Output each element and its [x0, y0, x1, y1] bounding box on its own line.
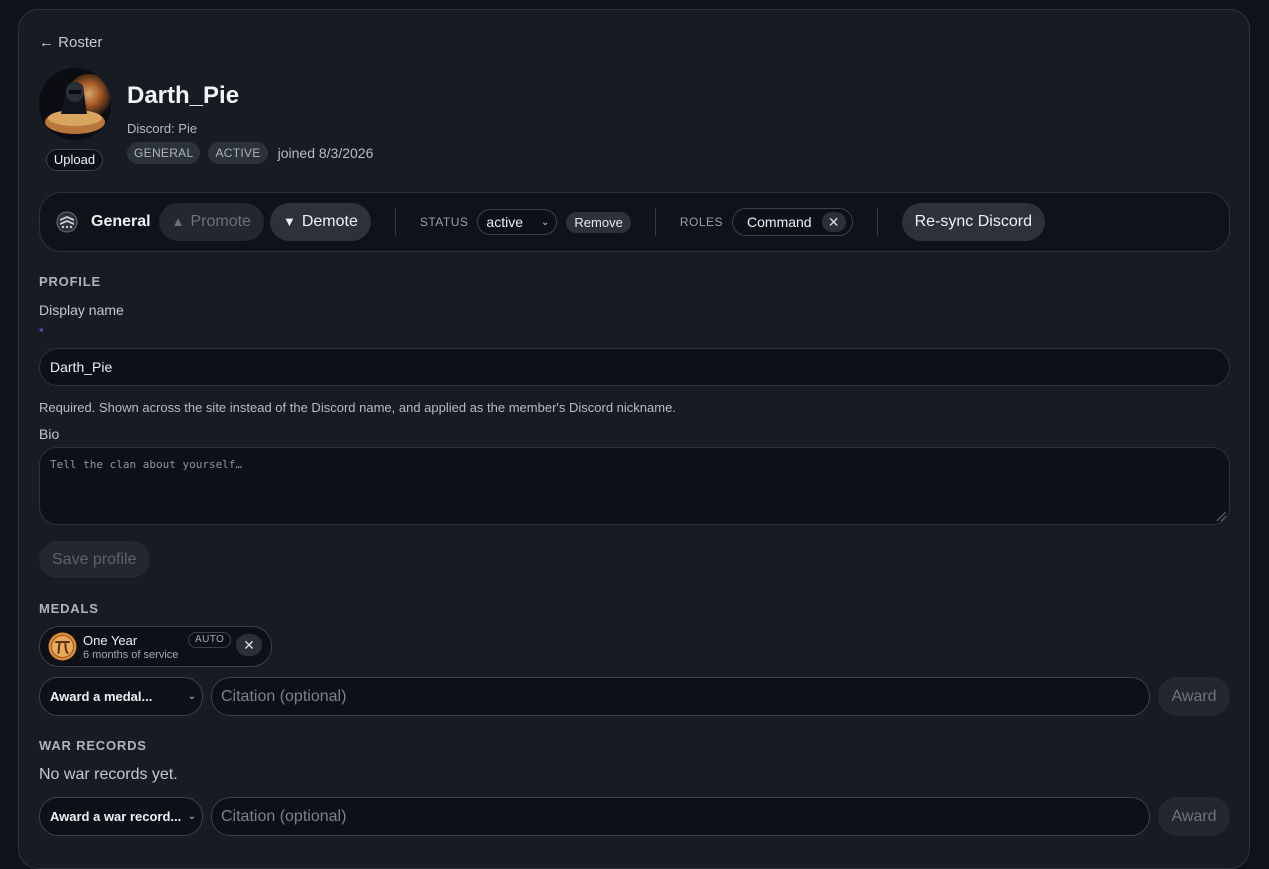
war-records-empty: No war records yet.: [39, 766, 178, 783]
promote-label: Promote: [190, 213, 251, 230]
rank-insignia-icon: [56, 211, 78, 233]
war-record-citation-placeholder: Citation (optional): [221, 808, 347, 825]
upload-avatar-button[interactable]: Upload: [46, 149, 103, 171]
toolbar-divider: [394, 208, 396, 236]
save-profile-button[interactable]: Save profile: [39, 541, 150, 578]
back-to-roster-link[interactable]: ← Roster: [39, 34, 102, 51]
rank-name: General: [91, 213, 151, 230]
award-medal-button[interactable]: Award: [1158, 677, 1230, 716]
medal-citation-input[interactable]: Citation (optional): [211, 677, 1150, 716]
resync-discord-button[interactable]: Re-sync Discord: [901, 203, 1045, 241]
avatar-image: [39, 68, 111, 140]
resize-handle-icon[interactable]: [1216, 511, 1226, 521]
bio-label: Bio: [39, 426, 60, 442]
display-name-value: Darth_Pie: [50, 359, 113, 375]
pi-medal-icon: [48, 632, 77, 661]
role-tag-label: Command: [747, 214, 812, 230]
medal-item: One Year 6 months of service AUTO ✕: [39, 626, 272, 667]
chevron-down-icon: ⌄: [187, 691, 196, 702]
award-medal-row: Award a medal... ⌄ Citation (optional) A…: [39, 677, 1230, 716]
medal-name: One Year: [83, 632, 138, 648]
award-medal-label: Award: [1171, 688, 1217, 705]
member-name: Darth_Pie: [127, 82, 240, 109]
member-card: ← Roster Upload Darth_Pie Discord: Pie G…: [18, 9, 1250, 869]
war-record-select-label: Award a war record...: [50, 809, 182, 824]
status-chip: ACTIVE: [208, 142, 268, 164]
award-war-record-row: Award a war record... ⌄ Citation (option…: [39, 797, 1230, 836]
chevron-down-icon: ⌄: [187, 811, 196, 822]
demote-label: Demote: [301, 213, 358, 230]
war-records-section-title: WAR RECORDS: [39, 738, 147, 753]
award-war-record-button[interactable]: Award: [1158, 797, 1230, 836]
back-link-label: ← Roster: [39, 34, 103, 51]
medal-select-label: Award a medal...: [50, 689, 153, 704]
war-record-select[interactable]: Award a war record... ⌄: [39, 797, 203, 836]
member-chips: GENERAL ACTIVE joined 8/3/2026: [127, 142, 373, 164]
award-war-record-label: Award: [1171, 808, 1217, 825]
remove-member-button[interactable]: Remove: [566, 211, 631, 233]
status-select-value: active: [486, 214, 523, 230]
rank-chip: GENERAL: [127, 142, 201, 164]
roles-label: ROLES: [679, 215, 724, 229]
toolbar-divider: [876, 208, 878, 236]
required-marker: *: [39, 325, 44, 339]
remove-role-close-icon[interactable]: ✕: [821, 212, 846, 232]
promote-button[interactable]: ▲ Promote: [158, 203, 264, 241]
save-profile-label: Save profile: [52, 551, 137, 568]
medal-subtitle: 6 months of service: [83, 648, 179, 661]
remove-label: Remove: [574, 214, 623, 230]
triangle-down-icon: ▼: [282, 214, 296, 229]
demote-button[interactable]: ▼ Demote: [269, 203, 371, 241]
profile-section-title: PROFILE: [39, 274, 101, 289]
status-select[interactable]: active ⌄: [477, 209, 558, 235]
display-name-hint: Required. Shown across the site instead …: [39, 400, 676, 415]
war-record-citation-input[interactable]: Citation (optional): [211, 797, 1150, 836]
bio-placeholder: Tell the clan about yourself…: [50, 458, 243, 471]
auto-badge: AUTO: [188, 632, 232, 648]
chevron-down-icon: ⌄: [541, 216, 550, 228]
bio-textarea[interactable]: Tell the clan about yourself…: [39, 447, 1230, 525]
medal-select[interactable]: Award a medal... ⌄: [39, 677, 203, 716]
medal-citation-placeholder: Citation (optional): [221, 688, 347, 705]
status-label: STATUS: [419, 215, 469, 229]
upload-label: Upload: [53, 152, 96, 167]
role-tag-command: Command ✕: [732, 208, 853, 236]
member-toolbar: General ▲ Promote ▼ Demote STATUS active…: [39, 192, 1230, 252]
toolbar-divider: [654, 208, 656, 236]
medals-section-title: MEDALS: [39, 601, 99, 616]
revoke-medal-close-icon[interactable]: ✕: [236, 634, 262, 656]
discord-handle: Discord: Pie: [127, 121, 198, 136]
triangle-up-icon: ▲: [171, 214, 185, 229]
display-name-input[interactable]: Darth_Pie: [39, 348, 1230, 386]
joined-date: joined 8/3/2026: [277, 145, 374, 161]
resync-label: Re-sync Discord: [914, 213, 1032, 230]
display-name-label: Display name: [39, 302, 124, 318]
avatar[interactable]: [39, 68, 111, 140]
